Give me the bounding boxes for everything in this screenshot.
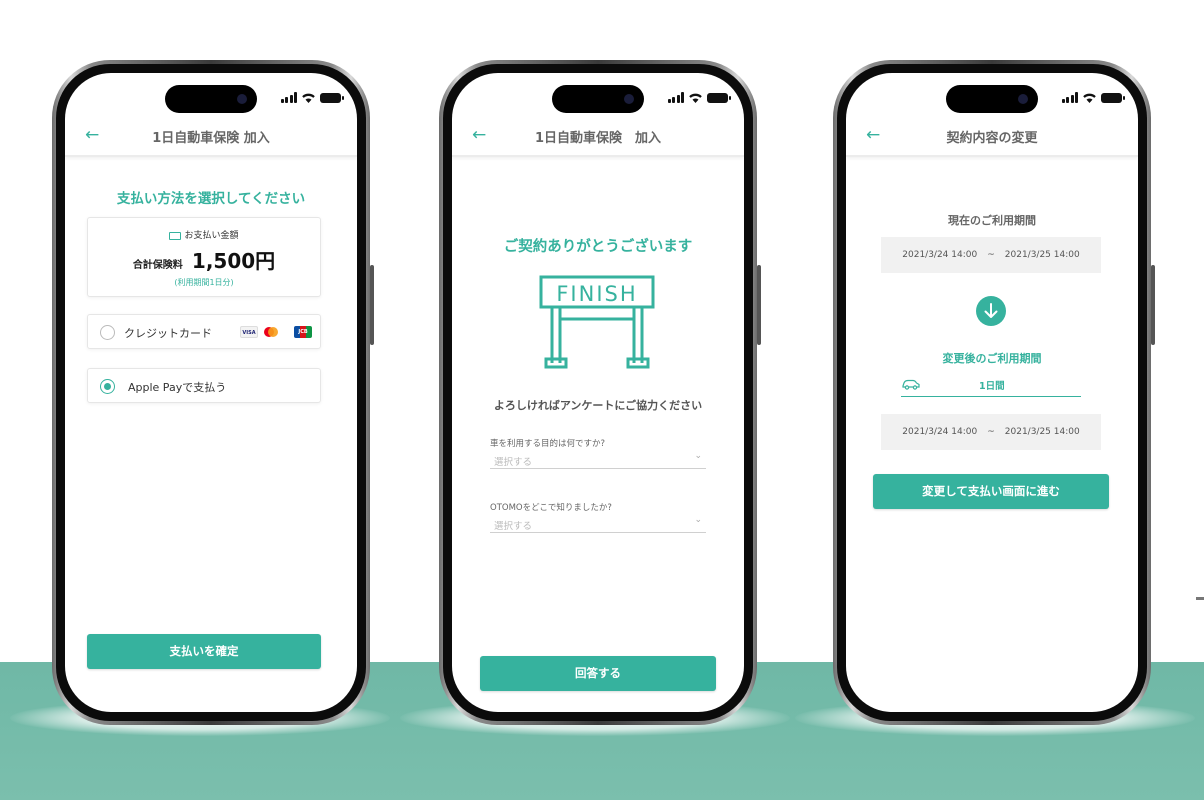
chevron-down-icon: ⌄ bbox=[694, 515, 702, 525]
question-2-label: OTOMOをどこで知りましたか? bbox=[490, 503, 612, 513]
signal-icon bbox=[280, 92, 297, 103]
question-1-select[interactable]: 選択する ⌄ bbox=[490, 451, 706, 469]
option-label: Apple Payで支払う bbox=[128, 381, 227, 394]
current-start: 2021/3/24 14:00 bbox=[902, 250, 978, 260]
camera-icon bbox=[237, 94, 247, 104]
total-row: 合計保険料 1,500円 bbox=[88, 245, 320, 274]
camera-icon bbox=[1018, 94, 1028, 104]
dynamic-island bbox=[552, 85, 644, 113]
proceed-to-payment-button[interactable]: 変更して支払い画面に進む bbox=[873, 474, 1109, 509]
amount-caption-row: お支払い金額 bbox=[88, 228, 320, 241]
app-header: ← 1日自動車保険 加入 bbox=[452, 117, 744, 157]
select-placeholder: 選択する bbox=[494, 457, 533, 468]
edge-mark bbox=[1196, 597, 1204, 600]
mastercard-logo bbox=[262, 326, 280, 338]
dynamic-island bbox=[165, 85, 257, 113]
radio-credit[interactable] bbox=[100, 325, 115, 340]
current-end: 2021/3/25 14:00 bbox=[1004, 250, 1080, 260]
payment-screen: ← 1日自動車保険 加入 支払い方法を選択してください お支払い金額 合計保険料… bbox=[65, 73, 357, 712]
new-period-box: 2021/3/24 14:00 ~ 2021/3/25 14:00 bbox=[881, 414, 1101, 450]
finish-screen: ← 1日自動車保険 加入 ご契約ありがとうございます FINISH よろしければ… bbox=[452, 73, 744, 712]
change-screen: ← 契約内容の変更 現在のご利用期間 2021/3/24 14:00 ~ 202… bbox=[846, 73, 1138, 712]
jcb-logo: JCB bbox=[294, 326, 312, 338]
card-icon bbox=[169, 231, 182, 240]
payment-option-credit[interactable]: クレジットカード VISA JCB bbox=[87, 314, 321, 349]
dynamic-island bbox=[946, 85, 1038, 113]
wifi-icon bbox=[689, 93, 702, 103]
current-period-box: 2021/3/24 14:00 ~ 2021/3/25 14:00 bbox=[881, 237, 1101, 273]
select-placeholder: 選択する bbox=[494, 521, 533, 532]
period-separator: ~ bbox=[987, 427, 995, 437]
amount-card: お支払い金額 合計保険料 1,500円 (利用期間1日分) bbox=[87, 217, 321, 297]
after-period-label: 変更後のご利用期間 bbox=[942, 352, 1042, 365]
payment-heading: 支払い方法を選択してください bbox=[116, 191, 306, 207]
amount-caption: お支払い金額 bbox=[184, 231, 239, 241]
duration-value: 1日間 bbox=[979, 381, 1005, 392]
app-header: ← 契約内容の変更 bbox=[846, 117, 1138, 157]
wifi-icon bbox=[302, 93, 315, 103]
confirm-payment-button[interactable]: 支払いを確定 bbox=[87, 634, 321, 669]
status-bar bbox=[280, 92, 344, 103]
status-bar bbox=[1061, 92, 1125, 103]
new-end: 2021/3/25 14:00 bbox=[1004, 427, 1080, 437]
chevron-down-icon: ⌄ bbox=[694, 451, 702, 461]
payment-option-applepay[interactable]: Apple Payで支払う bbox=[87, 368, 321, 403]
signal-icon bbox=[1061, 92, 1078, 103]
new-start: 2021/3/24 14:00 bbox=[902, 427, 978, 437]
question-1-label: 車を利用する目的は何ですか? bbox=[490, 439, 606, 449]
thanks-heading: ご契約ありがとうございます bbox=[503, 239, 693, 255]
answer-button[interactable]: 回答する bbox=[480, 656, 716, 691]
period-separator: ~ bbox=[987, 250, 995, 260]
battery-icon bbox=[1101, 93, 1125, 103]
wifi-icon bbox=[1083, 93, 1096, 103]
side-button bbox=[1151, 265, 1155, 345]
battery-icon bbox=[707, 93, 731, 103]
battery-icon bbox=[320, 93, 344, 103]
status-bar bbox=[667, 92, 731, 103]
current-period-label: 現在のご利用期間 bbox=[948, 214, 1036, 227]
side-button bbox=[370, 265, 374, 345]
signal-icon bbox=[667, 92, 684, 103]
question-2-select[interactable]: 選択する ⌄ bbox=[490, 515, 706, 533]
total-label: 合計保険料 bbox=[132, 260, 183, 271]
total-amount: 1,500円 bbox=[191, 249, 276, 273]
period-note: (利用期間1日分) bbox=[174, 278, 234, 287]
survey-prompt: よろしければアンケートにご協力ください bbox=[493, 399, 703, 412]
finish-sign-text: FINISH bbox=[556, 282, 637, 306]
visa-logo: VISA bbox=[240, 326, 258, 338]
camera-icon bbox=[624, 94, 634, 104]
arrow-down-icon bbox=[976, 296, 1006, 326]
phone-change: ← 契約内容の変更 現在のご利用期間 2021/3/24 14:00 ~ 202… bbox=[833, 60, 1155, 725]
phone-payment: ← 1日自動車保険 加入 支払い方法を選択してください お支払い金額 合計保険料… bbox=[52, 60, 374, 725]
option-label: クレジットカード bbox=[124, 327, 212, 340]
finish-gate-icon: FINISH bbox=[539, 275, 655, 369]
header-title: 1日自動車保険 加入 bbox=[534, 131, 662, 146]
phone-finish: ← 1日自動車保険 加入 ご契約ありがとうございます FINISH よろしければ… bbox=[439, 60, 761, 725]
header-title: 契約内容の変更 bbox=[946, 131, 1038, 146]
duration-select[interactable]: 1日間 bbox=[901, 373, 1081, 397]
car-icon bbox=[902, 379, 920, 390]
radio-applepay[interactable] bbox=[100, 379, 115, 394]
side-button bbox=[757, 265, 761, 345]
app-header: ← 1日自動車保険 加入 bbox=[65, 117, 357, 157]
header-title: 1日自動車保険 加入 bbox=[152, 131, 270, 146]
